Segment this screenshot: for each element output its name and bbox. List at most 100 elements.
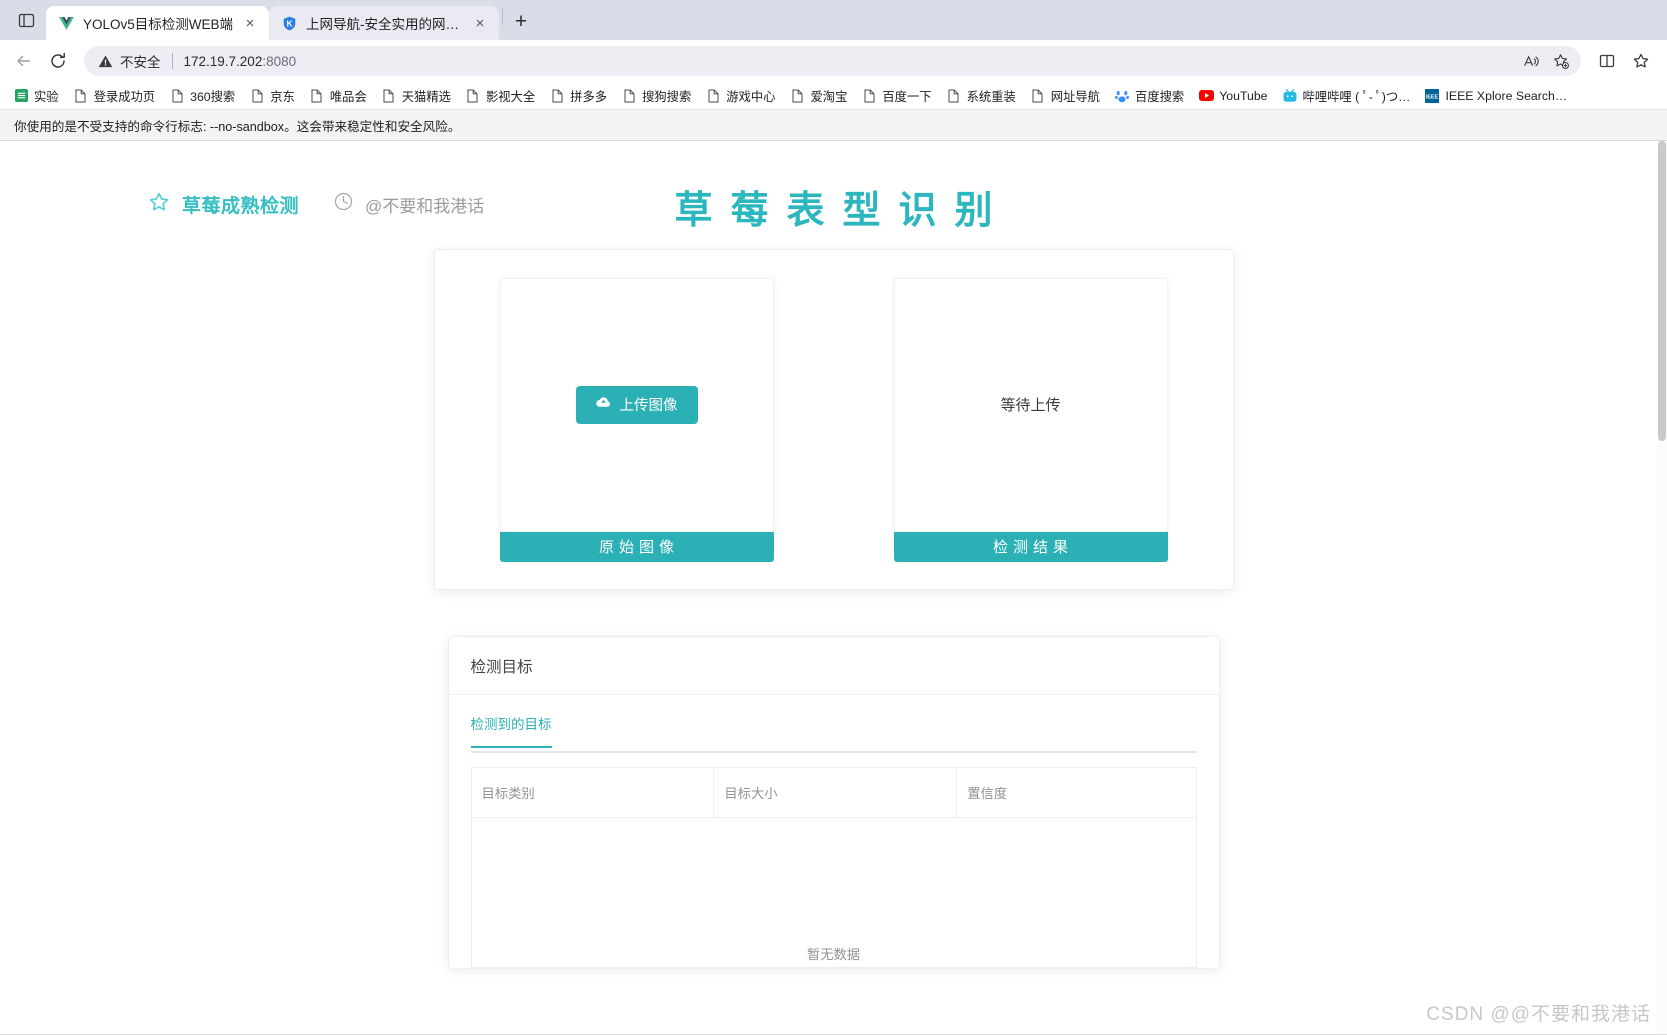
read-aloud-icon[interactable] bbox=[1517, 47, 1545, 75]
detection-table: 目标类别 目标大小 置信度 bbox=[470, 767, 1197, 818]
page-icon bbox=[861, 88, 877, 104]
upload-image-button[interactable]: 上传图像 bbox=[575, 385, 698, 424]
bookmark-item[interactable]: 影视大全 bbox=[458, 85, 542, 107]
bookmark-item[interactable]: 天猫精选 bbox=[374, 85, 458, 107]
page-icon bbox=[621, 88, 637, 104]
bookmark-item[interactable]: 系统重装 bbox=[939, 85, 1023, 107]
browser-tab-inactive[interactable]: K 上网导航-安全实用的网址导航 × bbox=[269, 6, 500, 40]
bookmark-item[interactable]: 拼多多 bbox=[542, 85, 614, 107]
bookmark-label: 爱淘宝 bbox=[810, 89, 848, 104]
bookmark-label: YouTube bbox=[1219, 88, 1268, 103]
bookmark-label: IEEE Xplore Search… bbox=[1445, 88, 1568, 103]
bookmark-item[interactable]: 爱淘宝 bbox=[782, 85, 854, 107]
tab-detected-targets[interactable]: 检测到的目标 bbox=[470, 713, 552, 748]
close-icon[interactable]: × bbox=[471, 14, 489, 32]
shield-icon: K bbox=[281, 15, 298, 32]
url-host: 172.19.7.202 bbox=[183, 53, 263, 69]
bookmark-item[interactable]: 唯品会 bbox=[302, 85, 374, 107]
browser-window: YOLOv5目标检测WEB端 × K 上网导航-安全实用的网址导航 × + bbox=[0, 0, 1667, 1035]
bilibili-icon bbox=[1282, 88, 1298, 104]
page-icon bbox=[549, 88, 565, 104]
bookmark-item[interactable]: YouTube bbox=[1191, 86, 1274, 106]
bookmark-label: 系统重装 bbox=[966, 89, 1016, 104]
page-icon bbox=[249, 88, 265, 104]
bookmark-item[interactable]: 360搜索 bbox=[162, 85, 242, 107]
page-icon bbox=[789, 88, 805, 104]
tab-title: 上网导航-安全实用的网址导航 bbox=[306, 17, 463, 32]
table-header-row: 目标类别 目标大小 置信度 bbox=[470, 767, 1197, 818]
bookmark-item[interactable]: 京东 bbox=[242, 85, 302, 107]
vue-logo-icon bbox=[58, 15, 75, 32]
bookmark-item[interactable]: 登录成功页 bbox=[66, 85, 163, 107]
back-arrow-icon[interactable] bbox=[8, 45, 40, 77]
collections-star-icon[interactable] bbox=[1625, 45, 1657, 77]
bookmark-label: 京东 bbox=[270, 89, 295, 104]
image-viewer-card: 上传图像 原始图像 等待上传 检测结果 bbox=[433, 249, 1234, 590]
bookmark-label: 网址导航 bbox=[1050, 89, 1100, 104]
page-icon bbox=[705, 88, 721, 104]
result-image-label: 检测结果 bbox=[893, 531, 1168, 562]
bookmark-item[interactable]: 游戏中心 bbox=[698, 85, 782, 107]
add-favorite-icon[interactable] bbox=[1547, 47, 1575, 75]
watermark: CSDN @@不要和我港话 bbox=[1426, 1004, 1651, 1025]
result-image-box: 等待上传 bbox=[893, 277, 1168, 532]
url-port: :8080 bbox=[262, 53, 297, 69]
page-content: 草莓成熟检测 @不要和我港话 草莓表型识别 上传图像 原始图像 等待上传 检测结… bbox=[0, 141, 1667, 1034]
tab-list-icon[interactable] bbox=[6, 0, 46, 40]
flag-warning-text: 你使用的是不受支持的命令行标志: --no-sandbox。这会带来稳定性和安全… bbox=[14, 119, 461, 134]
url-text: 172.19.7.202:8080 bbox=[184, 54, 297, 69]
new-tab-button[interactable]: + bbox=[506, 7, 536, 37]
original-image-pane: 上传图像 原始图像 bbox=[499, 277, 774, 562]
page-icon bbox=[1030, 88, 1046, 104]
cloud-upload-icon bbox=[595, 396, 611, 413]
bookmark-label: 拼多多 bbox=[570, 89, 608, 104]
bookmark-item[interactable]: 实验 bbox=[6, 85, 66, 107]
page-icon bbox=[169, 88, 185, 104]
bookmark-label: 百度搜索 bbox=[1134, 89, 1185, 104]
original-image-box[interactable]: 上传图像 bbox=[499, 277, 774, 532]
bookmark-item[interactable]: IEEE IEEE Xplore Search… bbox=[1417, 86, 1574, 106]
bookmarks-bar: 实验 登录成功页 360搜索 京东 唯品会 天猫精选 影视大全 拼多多 搜狗搜索… bbox=[0, 82, 1667, 110]
column-header-category: 目标类别 bbox=[470, 767, 715, 818]
omnibox-actions bbox=[1517, 47, 1575, 75]
page-icon bbox=[465, 88, 481, 104]
empty-state-text: 暂无数据 bbox=[806, 947, 861, 962]
svg-text:K: K bbox=[286, 18, 292, 28]
baidu-paw-icon bbox=[1114, 88, 1130, 104]
bookmark-label: 百度一下 bbox=[882, 89, 932, 104]
column-header-size: 目标大小 bbox=[713, 767, 958, 818]
detection-card-title: 检测目标 bbox=[470, 658, 533, 676]
original-image-label: 原始图像 bbox=[499, 531, 774, 562]
browser-tab-active[interactable]: YOLOv5目标检测WEB端 × bbox=[46, 6, 270, 40]
column-header-confidence: 置信度 bbox=[956, 767, 1197, 818]
warning-triangle-icon bbox=[98, 54, 113, 69]
detection-card: 检测目标 检测到的目标 目标类别 目标大小 置信度 暂无数据 bbox=[447, 636, 1220, 969]
result-placeholder: 等待上传 bbox=[1000, 397, 1061, 414]
result-image-pane: 等待上传 检测结果 bbox=[893, 277, 1168, 562]
bookmark-item[interactable]: 网址导航 bbox=[1023, 85, 1107, 107]
bookmark-item[interactable]: 搜狗搜索 bbox=[614, 85, 698, 107]
bookmark-label: 影视大全 bbox=[485, 89, 536, 104]
bookmark-label: 搜狗搜索 bbox=[642, 89, 692, 104]
bookmark-item[interactable]: 百度搜索 bbox=[1107, 85, 1191, 107]
page-icon bbox=[309, 88, 325, 104]
table-empty-state: 暂无数据 bbox=[470, 818, 1197, 968]
bookmark-label: 实验 bbox=[34, 89, 59, 104]
page-scrollbar-thumb[interactable] bbox=[1658, 141, 1666, 441]
close-icon[interactable]: × bbox=[241, 14, 259, 32]
detection-card-header: 检测目标 bbox=[448, 637, 1219, 695]
ieee-icon: IEEE bbox=[1424, 88, 1440, 104]
bookmark-item[interactable]: 哔哩哔哩 ( ﾟ- ﾟ)つ… bbox=[1275, 85, 1418, 107]
address-bar[interactable]: 不安全 172.19.7.202:8080 bbox=[84, 46, 1581, 76]
reload-icon[interactable] bbox=[42, 45, 74, 77]
page-icon bbox=[73, 88, 89, 104]
upload-button-label: 上传图像 bbox=[619, 398, 678, 414]
bookmark-label: 登录成功页 bbox=[93, 89, 156, 104]
bookmark-item[interactable]: 百度一下 bbox=[854, 85, 938, 107]
security-status-label: 不安全 bbox=[120, 55, 161, 70]
split-screen-icon[interactable] bbox=[1591, 45, 1623, 77]
page-scrollbar[interactable] bbox=[1657, 141, 1667, 1034]
page-title: 草莓表型识别 bbox=[674, 190, 1011, 232]
bookmark-label: 唯品会 bbox=[329, 89, 367, 104]
sheets-icon bbox=[13, 88, 29, 104]
